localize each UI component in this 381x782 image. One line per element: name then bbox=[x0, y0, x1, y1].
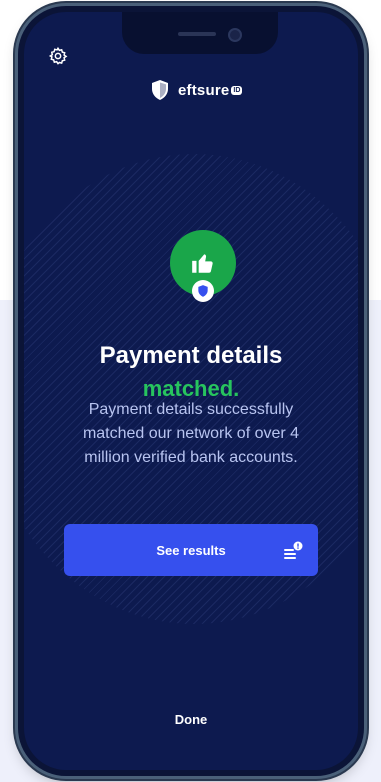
eftsure-shield-icon bbox=[152, 80, 168, 100]
phone-volume-down bbox=[13, 272, 17, 324]
list-alert-icon bbox=[284, 541, 303, 559]
brand-logo: eftsure ID bbox=[148, 78, 243, 102]
brand-name: eftsure bbox=[178, 81, 230, 99]
done-button[interactable]: Done bbox=[24, 712, 358, 727]
phone-notch bbox=[122, 12, 278, 54]
phone-frame: eftsure ID Payment details matched. Paym… bbox=[18, 6, 364, 776]
see-results-button[interactable]: See results bbox=[64, 524, 318, 576]
thumbs-up-icon bbox=[192, 254, 213, 273]
status-title: Payment details bbox=[99, 342, 283, 369]
see-results-label: See results bbox=[156, 542, 226, 558]
phone-volume-up bbox=[13, 206, 17, 258]
speaker-grille bbox=[178, 32, 216, 36]
status-description: Payment details successfully matched our… bbox=[82, 401, 300, 466]
shield-icon bbox=[198, 285, 208, 297]
shield-badge bbox=[192, 280, 214, 302]
phone-screen: eftsure ID Payment details matched. Paym… bbox=[24, 12, 358, 770]
gear-icon[interactable] bbox=[48, 46, 68, 66]
front-camera bbox=[228, 28, 242, 42]
brand-badge: ID bbox=[231, 85, 243, 95]
phone-silent-switch bbox=[13, 158, 17, 184]
